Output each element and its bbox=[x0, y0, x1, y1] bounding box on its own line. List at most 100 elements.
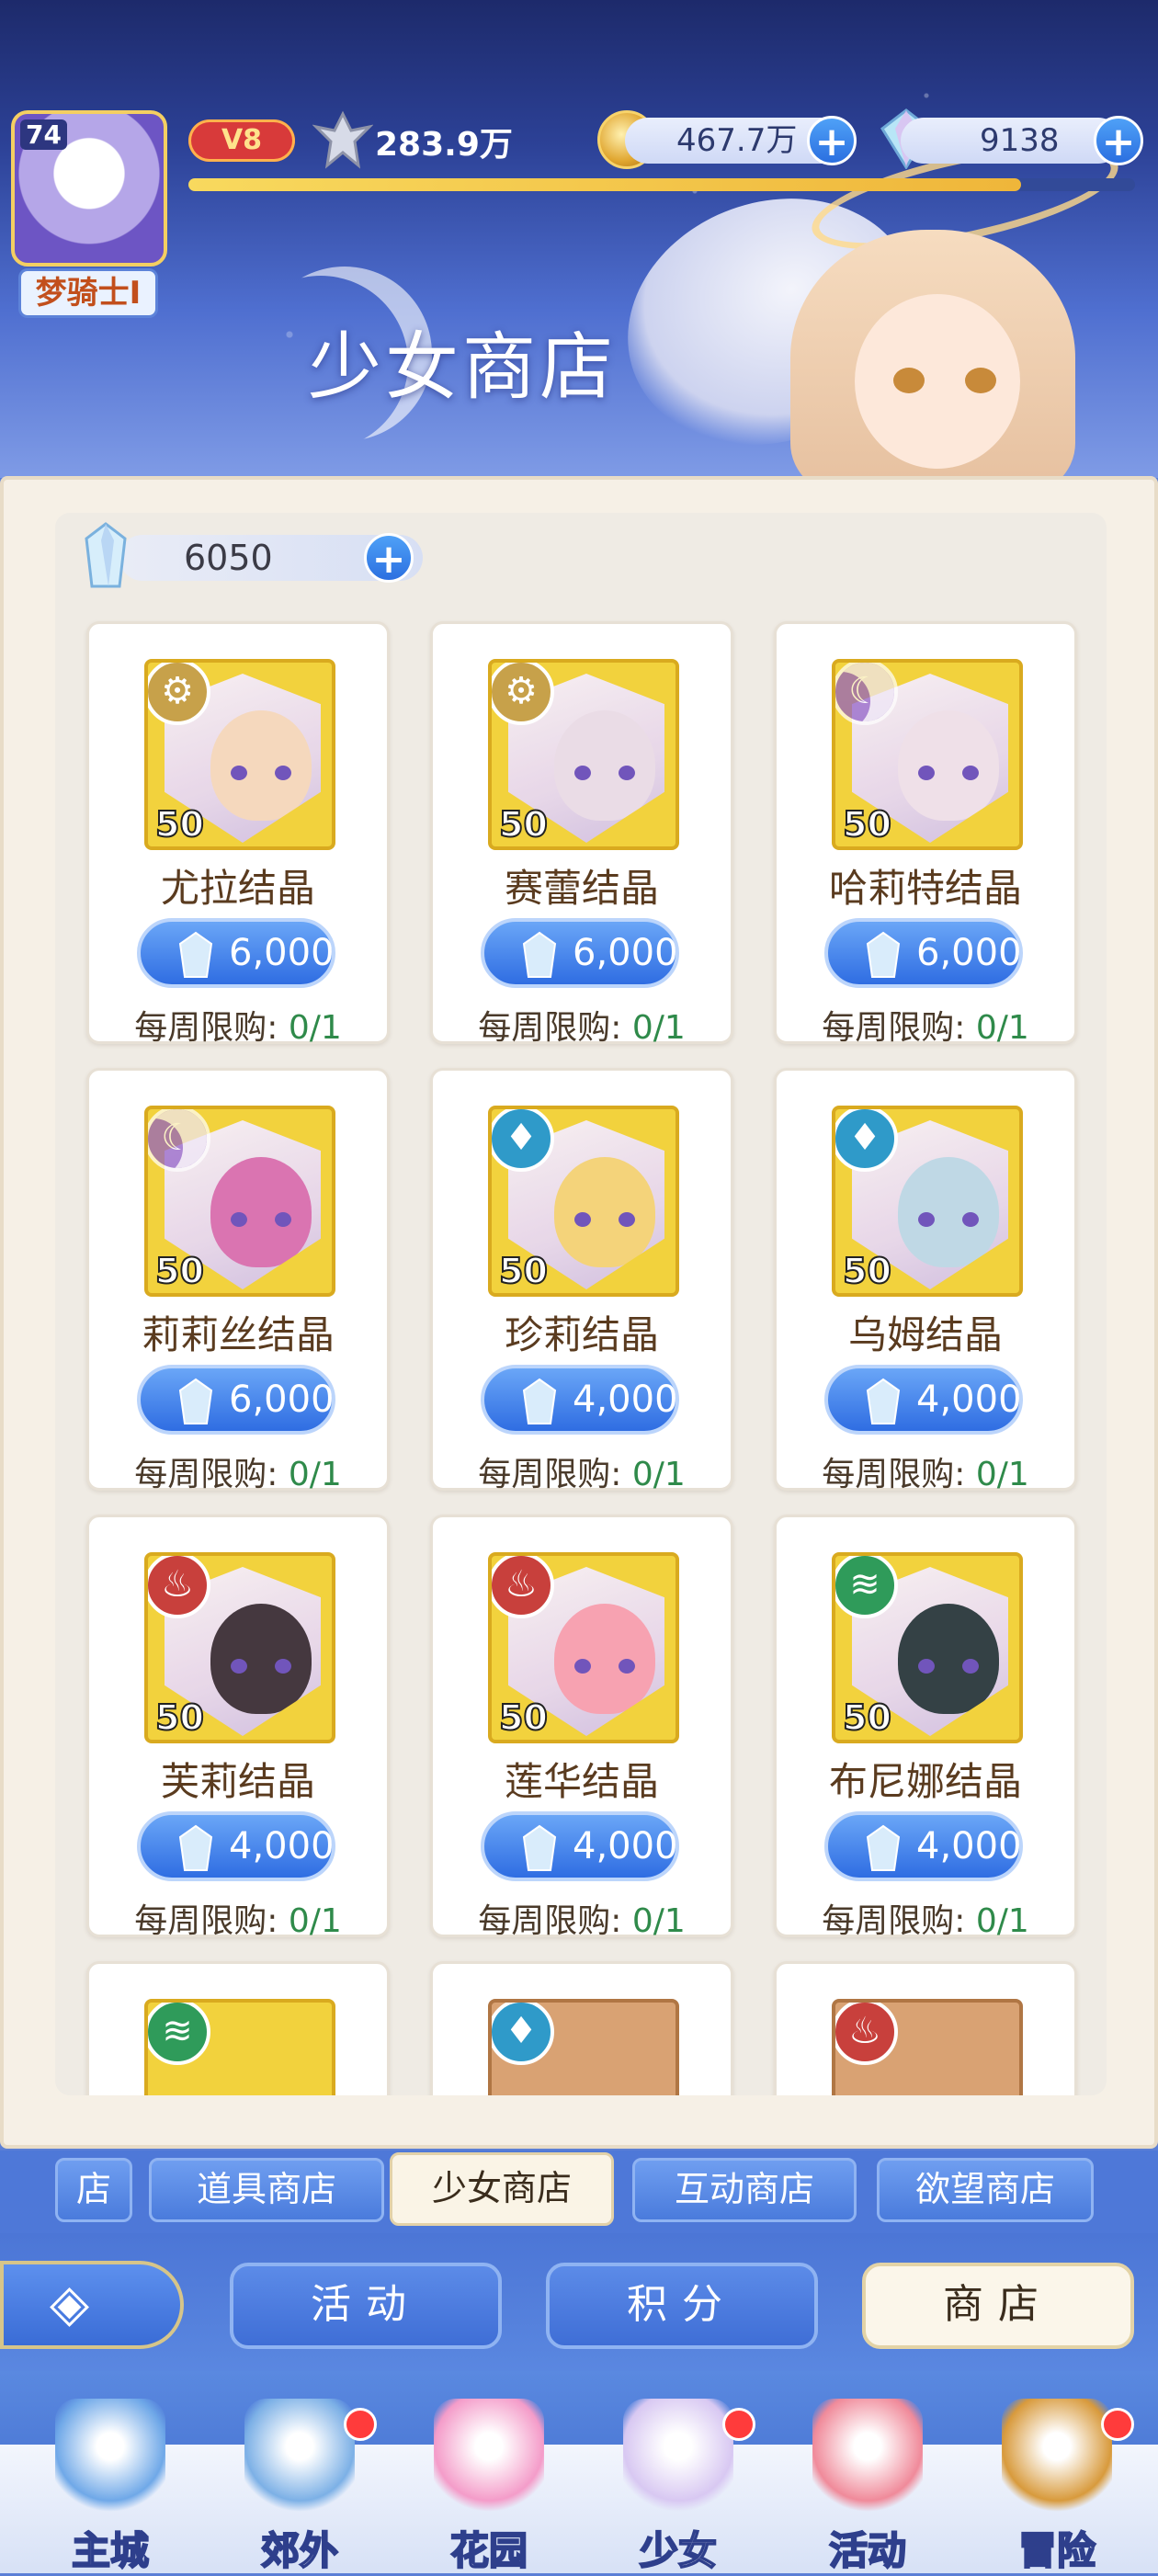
product-thumbnail[interactable]: ≋ 50 bbox=[832, 1552, 1023, 1743]
product-thumbnail[interactable]: ☾ 50 bbox=[832, 659, 1023, 850]
product-card[interactable]: ♦ bbox=[430, 1961, 733, 2095]
character-portrait bbox=[554, 1604, 655, 1714]
product-thumbnail[interactable]: ☾ 50 bbox=[144, 1106, 335, 1297]
product-thumbnail[interactable]: ♦ 50 bbox=[832, 1106, 1023, 1297]
product-name: 莉莉丝结晶 bbox=[141, 1312, 335, 1357]
product-card[interactable]: ♨ 50 莲华结晶 4,000 每周限购: 0/1 bbox=[430, 1515, 733, 1940]
product-thumbnail[interactable]: ⚙ 50 bbox=[144, 659, 335, 850]
shop-tab[interactable]: 欲望商店 bbox=[877, 2158, 1094, 2222]
crystal-price-icon bbox=[178, 1378, 213, 1424]
product-card[interactable]: ☾ 50 莉莉丝结晶 6,000 每周限购: 0/1 bbox=[86, 1068, 390, 1493]
nav-item-label: 冒险 bbox=[1017, 2527, 1096, 2574]
shop-tab-bar: 店道具商店 少女商店 互动商店 欲望商店 bbox=[0, 2150, 1158, 2233]
product-card[interactable]: ♦ 50 乌姆结晶 4,000 每周限购: 0/1 bbox=[774, 1068, 1077, 1493]
product-card[interactable]: ⚙ 50 尤拉结晶 6,000 每周限购: 0/1 bbox=[86, 621, 390, 1047]
product-thumbnail[interactable]: ♦ 50 bbox=[488, 1106, 679, 1297]
shop-button[interactable]: 商店 bbox=[862, 2263, 1134, 2349]
player-avatar[interactable]: 74 bbox=[11, 110, 167, 267]
portrait-eyes bbox=[918, 1659, 979, 1674]
buy-button[interactable]: 6,000 bbox=[481, 918, 679, 988]
add-diamonds-button[interactable]: + bbox=[1094, 116, 1143, 165]
nav-item[interactable]: 活动 bbox=[776, 2371, 959, 2574]
product-thumbnail[interactable]: ♨ 50 bbox=[144, 1552, 335, 1743]
diamond-counter: 9138 bbox=[901, 118, 1121, 164]
fire-element-icon: ♨ bbox=[835, 2003, 898, 2065]
character-portrait bbox=[554, 1157, 655, 1267]
character-portrait bbox=[210, 1604, 312, 1714]
product-card[interactable]: ♨ 50 芙莉结晶 4,000 每周限购: 0/1 bbox=[86, 1515, 390, 1940]
buy-button[interactable]: 6,000 bbox=[824, 918, 1023, 988]
sun-element-icon: ⚙ bbox=[492, 663, 554, 725]
weekly-limit: 每周限购: 0/1 bbox=[433, 1894, 731, 1942]
product-card[interactable]: ♦ 50 珍莉结晶 4,000 每周限购: 0/1 bbox=[430, 1068, 733, 1493]
add-shop-currency-button[interactable]: + bbox=[364, 533, 414, 583]
nav-item-icon bbox=[1002, 2399, 1112, 2518]
nav-item-icon bbox=[244, 2399, 355, 2518]
nav-item[interactable]: 冒险 bbox=[965, 2371, 1149, 2574]
vip-badge[interactable]: V8 bbox=[188, 119, 295, 162]
product-card[interactable]: ≋ bbox=[86, 1961, 390, 2095]
weekly-limit: 每周限购: 0/1 bbox=[777, 1001, 1074, 1049]
buy-button[interactable]: 4,000 bbox=[481, 1811, 679, 1881]
player-title-badge[interactable]: 梦骑士I bbox=[18, 268, 158, 318]
buy-price: 4,000 bbox=[573, 1379, 678, 1421]
character-portrait bbox=[210, 710, 312, 821]
water-element-icon: ♦ bbox=[492, 2003, 554, 2065]
nav-item-label: 花园 bbox=[449, 2527, 528, 2574]
product-name: 布尼娜结晶 bbox=[828, 1759, 1022, 1804]
item-quantity: 50 bbox=[154, 803, 205, 845]
nav-item[interactable]: 主城 bbox=[18, 2371, 202, 2574]
buy-button[interactable]: 4,000 bbox=[824, 1365, 1023, 1435]
product-thumbnail[interactable]: ♨ 50 bbox=[488, 1552, 679, 1743]
buy-button[interactable]: 4,000 bbox=[137, 1811, 335, 1881]
shop-tab[interactable]: 道具商店 bbox=[149, 2158, 384, 2222]
buy-button[interactable]: 4,000 bbox=[481, 1365, 679, 1435]
notification-dot bbox=[1101, 2408, 1134, 2441]
buy-button[interactable]: 4,000 bbox=[824, 1811, 1023, 1881]
portrait-eyes bbox=[231, 1212, 291, 1227]
shop-sub-navigation: ◈ 活动 积分 商店 bbox=[0, 2233, 1158, 2371]
item-quantity: 50 bbox=[154, 1250, 205, 1292]
shop-tab[interactable]: 少女商店 bbox=[390, 2152, 614, 2226]
weekly-limit-label: 每周限购: bbox=[134, 1009, 278, 1047]
combat-power-icon bbox=[312, 110, 373, 169]
item-quantity: 50 bbox=[498, 1697, 549, 1739]
crystal-price-icon bbox=[178, 1824, 213, 1871]
nav-item[interactable]: 郊外 bbox=[208, 2371, 392, 2574]
nav-item-label: 活动 bbox=[828, 2527, 907, 2574]
product-card[interactable]: ⚙ 50 赛蕾结晶 6,000 每周限购: 0/1 bbox=[430, 621, 733, 1047]
weekly-limit-value: 0/1 bbox=[631, 1456, 686, 1493]
buy-price: 4,000 bbox=[916, 1825, 1022, 1867]
weekly-limit: 每周限购: 0/1 bbox=[433, 1447, 731, 1495]
nav-item-icon bbox=[55, 2399, 165, 2518]
nav-item[interactable]: 少女 bbox=[586, 2371, 770, 2574]
crystal-price-icon bbox=[522, 1824, 557, 1871]
shop-tab[interactable]: 互动商店 bbox=[632, 2158, 857, 2222]
product-card[interactable]: ≋ 50 布尼娜结晶 4,000 每周限购: 0/1 bbox=[774, 1515, 1077, 1940]
item-quantity: 50 bbox=[498, 1250, 549, 1292]
weekly-limit-label: 每周限购: bbox=[478, 1009, 622, 1047]
weekly-limit-value: 0/1 bbox=[288, 1456, 342, 1493]
shop-tab[interactable]: 店 bbox=[55, 2158, 132, 2222]
activity-button[interactable]: 活动 bbox=[230, 2263, 502, 2349]
bottom-navigation: 主城 郊外 花园 少女 活动 冒险 bbox=[0, 2371, 1158, 2574]
back-arrow-button[interactable]: ◈ bbox=[0, 2261, 184, 2349]
product-thumbnail[interactable]: ♦ bbox=[488, 1999, 679, 2095]
product-card[interactable]: ☾ 50 哈莉特结晶 6,000 每周限购: 0/1 bbox=[774, 621, 1077, 1047]
player-level: 74 bbox=[20, 119, 67, 150]
product-thumbnail[interactable]: ≋ bbox=[144, 1999, 335, 2095]
weekly-limit: 每周限购: 0/1 bbox=[777, 1894, 1074, 1942]
buy-button[interactable]: 6,000 bbox=[137, 918, 335, 988]
nav-item[interactable]: 花园 bbox=[397, 2371, 581, 2574]
product-card[interactable]: ♨ bbox=[774, 1961, 1077, 2095]
weekly-limit-value: 0/1 bbox=[975, 1902, 1029, 1940]
product-thumbnail[interactable]: ⚙ 50 bbox=[488, 659, 679, 850]
buy-button[interactable]: 6,000 bbox=[137, 1365, 335, 1435]
item-quantity: 50 bbox=[498, 803, 549, 845]
add-coins-button[interactable]: + bbox=[807, 116, 857, 165]
points-button[interactable]: 积分 bbox=[546, 2263, 818, 2349]
shop-panel-inner: 6050 + ⚙ 50 尤拉结晶 6,000 每周限购: 0/1 ⚙ 50 赛蕾结晶 6,000… bbox=[55, 513, 1107, 2095]
item-quantity: 50 bbox=[154, 1697, 205, 1739]
wind-element-icon: ≋ bbox=[835, 1556, 898, 1618]
product-thumbnail[interactable]: ♨ bbox=[832, 1999, 1023, 2095]
